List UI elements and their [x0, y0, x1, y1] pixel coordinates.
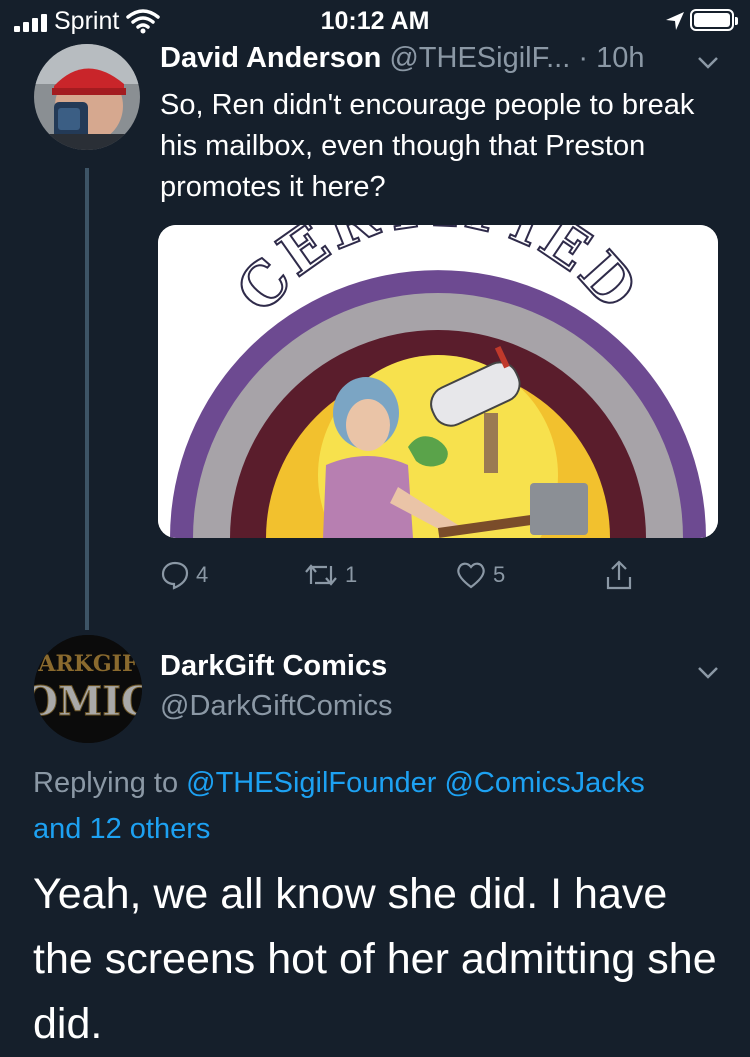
- tweet1-handle[interactable]: @THESigilF...: [389, 42, 570, 74]
- svg-text:ARKGIF: ARKGIF: [37, 651, 138, 677]
- location-arrow-icon: [666, 12, 684, 30]
- reply-count: 4: [196, 562, 209, 587]
- avatar-darkgift-comics[interactable]: ARKGIF OMIC: [34, 635, 142, 743]
- share-button[interactable]: [604, 558, 634, 592]
- reply-icon: [161, 561, 189, 590]
- retweet-icon: [305, 564, 337, 586]
- like-count: 5: [493, 562, 506, 587]
- and-others-link[interactable]: and 12 others: [33, 813, 210, 845]
- status-bar: Sprint 10:12 AM: [0, 0, 750, 40]
- share-icon: [606, 560, 632, 590]
- battery-icon: [690, 9, 738, 31]
- retweet-button[interactable]: 1: [303, 558, 357, 592]
- tweet1-separator: ·: [570, 42, 597, 74]
- tweet2-handle[interactable]: @DarkGiftComics: [160, 690, 392, 723]
- tweet1-chevron-down-icon[interactable]: [697, 56, 719, 70]
- tweet1-header: David Anderson @THESigilF... · 10h: [160, 42, 700, 75]
- replying-to-line: Replying to @THESigilFounder @ComicsJack…: [33, 760, 733, 852]
- mention-thesigilfounder[interactable]: @THESigilFounder: [186, 767, 436, 799]
- tweet1-image-certified[interactable]: CERTIFIED: [158, 225, 718, 538]
- tweet2-chevron-down-icon[interactable]: [697, 666, 719, 680]
- heart-icon: [457, 562, 485, 589]
- thread-connector-line: [85, 168, 89, 630]
- svg-text:OMIC: OMIC: [34, 678, 142, 725]
- tweet2-author-name[interactable]: DarkGift Comics: [160, 650, 387, 683]
- replying-prefix: Replying to: [33, 767, 187, 799]
- tweet1-text: So, Ren didn't encourage people to break…: [160, 89, 695, 203]
- reply-button[interactable]: 4: [160, 558, 208, 592]
- tweet2-text: Yeah, we all know she did. I have the sc…: [33, 870, 717, 1048]
- mention-comicsjacks[interactable]: @ComicsJacks: [444, 767, 644, 799]
- avatar-david-anderson[interactable]: [34, 44, 140, 150]
- status-time: 10:12 AM: [320, 7, 430, 35]
- like-button[interactable]: 5: [455, 558, 505, 592]
- retweet-count: 1: [345, 562, 358, 587]
- tweet1-author-name[interactable]: David Anderson: [160, 42, 381, 74]
- tweet1-time: 10h: [596, 42, 645, 74]
